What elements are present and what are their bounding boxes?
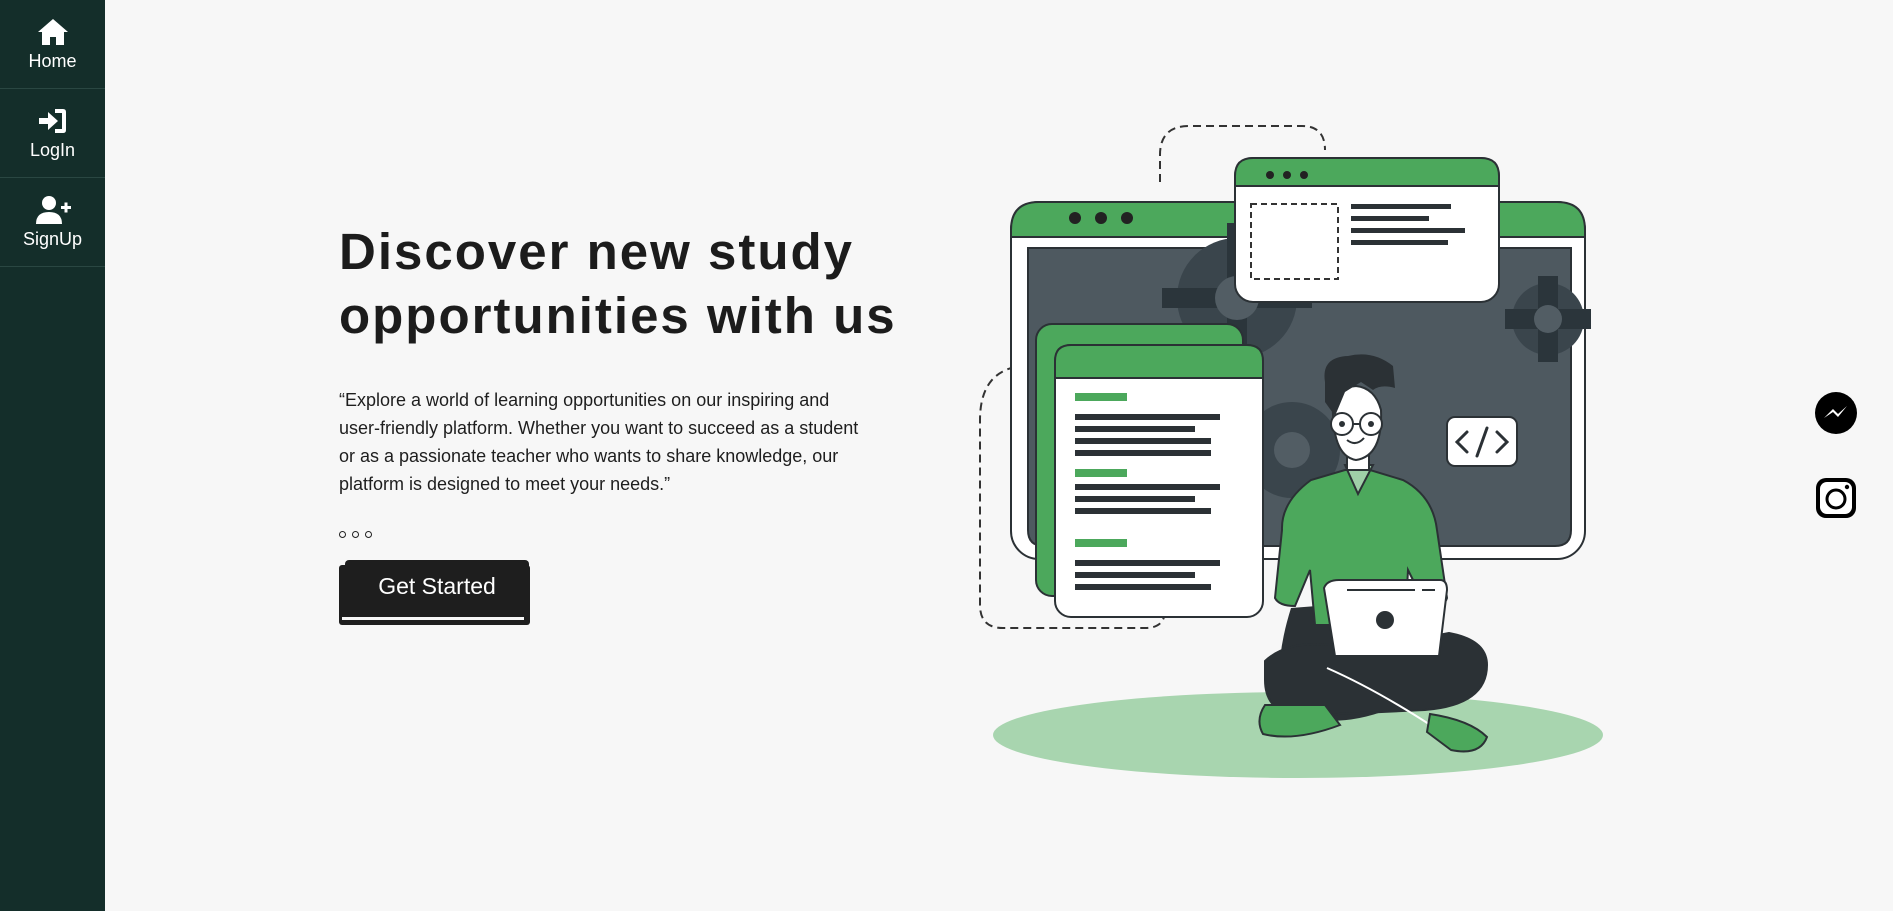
sidebar-item-login[interactable]: LogIn [0, 89, 105, 178]
sidebar-item-signup[interactable]: SignUp [0, 178, 105, 267]
messenger-icon[interactable] [1814, 391, 1858, 435]
carousel-dots [339, 531, 372, 538]
sidebar-item-label: Home [28, 51, 77, 71]
carousel-dot[interactable] [352, 531, 359, 538]
carousel-dot[interactable] [365, 531, 372, 538]
study-illustration [979, 125, 1603, 778]
home-icon [37, 19, 68, 45]
sidebar-item-label: SignUp [22, 229, 83, 249]
login-icon [38, 109, 66, 133]
sidebar-item-label: LogIn [29, 140, 76, 160]
sidebar: Home LogIn SignUp [0, 0, 105, 911]
hero-title: Discover new study opportunities with us [339, 223, 897, 344]
hero-description: “Explore a world of learning opportuniti… [339, 390, 859, 494]
instagram-icon[interactable] [1814, 476, 1858, 520]
get-started-button[interactable]: Get Started [345, 560, 529, 613]
sidebar-item-home[interactable]: Home [0, 0, 105, 89]
carousel-dot[interactable] [339, 531, 346, 538]
user-plus-icon [35, 196, 71, 224]
